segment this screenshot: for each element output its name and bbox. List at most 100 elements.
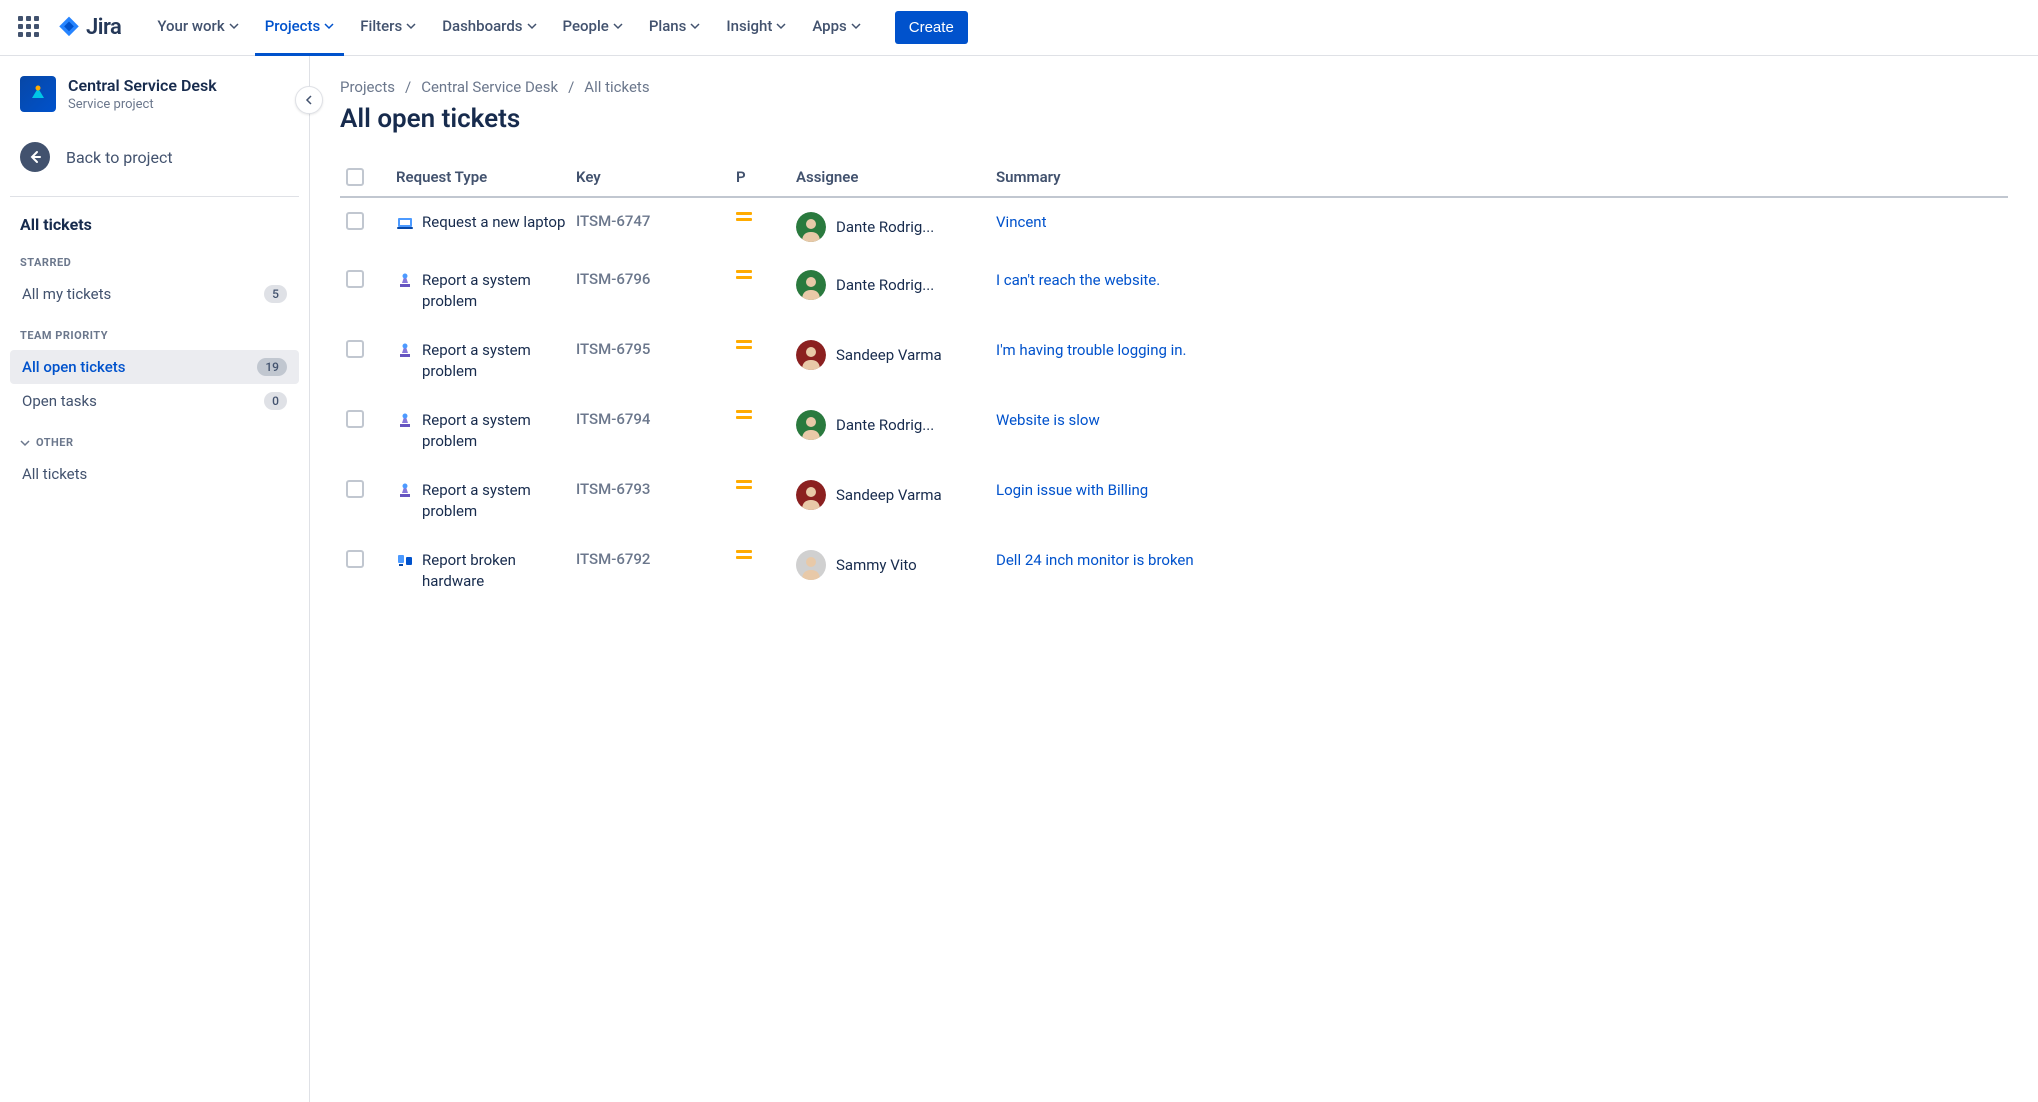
sidebar-item-open-tasks[interactable]: Open tasks 0 [10,384,299,418]
row-checkbox[interactable] [346,410,364,428]
tickets-table: Request Type Key P Assignee Summary Requ… [340,158,2008,606]
jira-logo[interactable]: Jira [56,15,121,41]
assignee-cell[interactable]: Dante Rodrig... [796,212,996,242]
sidebar-item-all-tickets[interactable]: All tickets [10,457,299,491]
nav-insight[interactable]: Insight [716,0,796,56]
row-checkbox[interactable] [346,270,364,288]
breadcrumb-separator: / [405,78,411,96]
nav-plans[interactable]: Plans [639,0,711,56]
chevron-down-icon [613,21,623,31]
priority-medium-icon [736,270,752,279]
sidebar-item-all-my-tickets[interactable]: All my tickets 5 [10,277,299,311]
jira-logo-icon [56,15,82,41]
breadcrumbs: Projects / Central Service Desk / All ti… [340,78,2008,96]
assignee-cell[interactable]: Dante Rodrig... [796,410,996,440]
breadcrumb-project-name[interactable]: Central Service Desk [421,78,558,96]
sidebar-heading: All tickets [10,211,299,238]
request-type-label: Report broken hardware [422,550,576,592]
table-row: Request a new laptop ITSM-6747 Dante Rodri… [340,198,2008,256]
col-request-type[interactable]: Request Type [396,168,576,186]
request-type-label: Report a system problem [422,270,576,312]
divider [10,196,299,197]
ticket-key[interactable]: ITSM-6795 [576,340,736,358]
system-icon [396,412,414,430]
summary-link[interactable]: Vincent [996,213,1046,231]
request-type-label: Report a system problem [422,340,576,382]
group-starred-label: STARRED [10,238,299,277]
col-key[interactable]: Key [576,168,736,186]
assignee-name: Sammy Vito [836,556,917,574]
select-all-checkbox[interactable] [346,168,364,186]
avatar [796,212,826,242]
assignee-name: Dante Rodrig... [836,218,934,236]
project-header: Central Service Desk Service project [10,76,299,132]
row-checkbox[interactable] [346,480,364,498]
nav-your-work[interactable]: Your work [147,0,248,56]
assignee-cell[interactable]: Sammy Vito [796,550,996,580]
priority-medium-icon [736,212,752,221]
nav-projects[interactable]: Projects [255,0,345,56]
chevron-down-icon [527,21,537,31]
app-switcher-icon[interactable] [18,16,42,40]
breadcrumb-projects[interactable]: Projects [340,78,395,96]
group-other-toggle[interactable]: OTHER [10,418,299,457]
breadcrumb-current[interactable]: All tickets [584,78,649,96]
table-row: Report a system problemITSM-6795 Sandeep … [340,326,2008,396]
summary-link[interactable]: Login issue with Billing [996,481,1148,499]
nav-filters[interactable]: Filters [350,0,426,56]
assignee-name: Sandeep Varma [836,346,942,364]
chevron-left-icon [304,95,314,105]
page-title: All open tickets [340,104,2008,134]
sidebar-item-all-open-tickets[interactable]: All open tickets 19 [10,350,299,384]
avatar [796,480,826,510]
count-badge: 19 [257,358,287,376]
request-type-cell: Report a system problem [396,340,576,382]
chevron-down-icon [690,21,700,31]
assignee-cell[interactable]: Sandeep Varma [796,480,996,510]
nav-dashboards[interactable]: Dashboards [432,0,546,56]
system-icon [396,342,414,360]
sidebar-item-label: All tickets [22,465,87,483]
request-type-label: Request a new laptop [422,212,565,233]
table-header-row: Request Type Key P Assignee Summary [340,158,2008,198]
ticket-key[interactable]: ITSM-6793 [576,480,736,498]
nav-people[interactable]: People [553,0,633,56]
summary-link[interactable]: Dell 24 inch monitor is broken [996,551,1194,569]
nav-items: Your work Projects Filters Dashboards Pe… [147,0,870,56]
request-type-label: Report a system problem [422,480,576,522]
summary-link[interactable]: Website is slow [996,411,1100,429]
avatar [796,410,826,440]
assignee-cell[interactable]: Sandeep Varma [796,340,996,370]
table-row: Report broken hardwareITSM-6792 Sammy Vit… [340,536,2008,606]
row-checkbox[interactable] [346,550,364,568]
col-summary[interactable]: Summary [996,168,2002,186]
nav-apps[interactable]: Apps [802,0,870,56]
table-row: Report a system problemITSM-6793 Sandeep … [340,466,2008,536]
group-other-label: OTHER [36,436,74,449]
sidebar: Central Service Desk Service project Bac… [0,56,310,1102]
summary-link[interactable]: I can't reach the website. [996,271,1160,289]
create-button[interactable]: Create [895,11,968,44]
assignee-name: Dante Rodrig... [836,276,934,294]
sidebar-item-label: All my tickets [22,285,111,303]
system-icon [396,482,414,500]
assignee-cell[interactable]: Dante Rodrig... [796,270,996,300]
collapse-sidebar-button[interactable] [295,86,323,114]
summary-link[interactable]: I'm having trouble logging in. [996,341,1187,359]
table-row: Report a system problemITSM-6796 Dante Ro… [340,256,2008,326]
ticket-key[interactable]: ITSM-6792 [576,550,736,568]
request-type-cell: Request a new laptop [396,212,576,233]
ticket-key[interactable]: ITSM-6794 [576,410,736,428]
jira-wordmark: Jira [86,15,121,40]
col-assignee[interactable]: Assignee [796,168,996,186]
ticket-key[interactable]: ITSM-6796 [576,270,736,288]
system-icon [396,272,414,290]
sidebar-item-label: All open tickets [22,358,125,376]
main-content: Projects / Central Service Desk / All ti… [310,56,2038,1102]
col-priority[interactable]: P [736,168,796,186]
ticket-key[interactable]: ITSM-6747 [576,212,736,230]
row-checkbox[interactable] [346,212,364,230]
project-subtitle: Service project [68,97,217,112]
back-to-project-link[interactable]: Back to project [10,132,299,182]
row-checkbox[interactable] [346,340,364,358]
